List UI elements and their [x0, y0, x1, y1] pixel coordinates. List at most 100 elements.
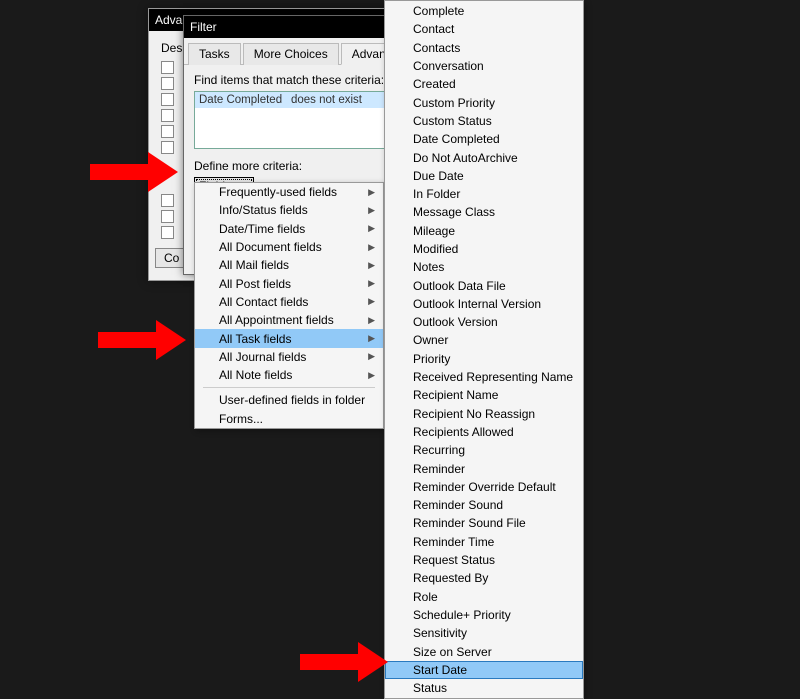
- checkbox-icon: [161, 210, 174, 223]
- checkbox-icon: [161, 93, 174, 106]
- menu-item[interactable]: Owner: [385, 331, 583, 349]
- menu-item-label: In Folder: [413, 187, 460, 201]
- menu-item[interactable]: User-defined fields in folder: [195, 391, 383, 409]
- menu-item[interactable]: Status: [385, 679, 583, 697]
- menu-item[interactable]: All Document fields ▶: [195, 238, 383, 256]
- menu-item[interactable]: Frequently-used fields▶: [195, 183, 383, 201]
- annotation-arrow-icon: [90, 152, 190, 192]
- menu-item[interactable]: Reminder: [385, 459, 583, 477]
- chevron-right-icon: ▶: [368, 260, 375, 271]
- menu-item[interactable]: All Appointment fields ▶: [195, 311, 383, 329]
- menu-item-label: Message Class: [413, 205, 495, 219]
- chevron-right-icon: ▶: [368, 242, 375, 253]
- menu-item[interactable]: Forms...: [195, 410, 383, 428]
- chevron-right-icon: ▶: [368, 296, 375, 307]
- chevron-right-icon: ▶: [368, 370, 375, 381]
- menu-item[interactable]: Reminder Sound File: [385, 514, 583, 532]
- menu-item[interactable]: Contact: [385, 20, 583, 38]
- checkbox-icon: [161, 125, 174, 138]
- menu-item[interactable]: In Folder: [385, 185, 583, 203]
- menu-item[interactable]: Contacts: [385, 39, 583, 57]
- menu-item-label: Sensitivity: [413, 626, 467, 640]
- menu-item-label: Complete: [413, 4, 464, 18]
- menu-item-label: All Post fields: [219, 277, 291, 291]
- checkbox-icon: [161, 61, 174, 74]
- menu-item-label: User-defined fields in folder: [219, 393, 365, 407]
- menu-item-label: Role: [413, 590, 438, 604]
- menu-item[interactable]: Priority: [385, 350, 583, 368]
- menu-item[interactable]: Outlook Version: [385, 313, 583, 331]
- menu-item[interactable]: Message Class: [385, 203, 583, 221]
- menu-item[interactable]: Role: [385, 588, 583, 606]
- menu-item[interactable]: Due Date: [385, 167, 583, 185]
- menu-item-label: Do Not AutoArchive: [413, 151, 518, 165]
- menu-item[interactable]: Recipient No Reassign: [385, 405, 583, 423]
- menu-item[interactable]: Recurring: [385, 441, 583, 459]
- menu-item-label: All Journal fields: [219, 350, 306, 364]
- menu-item-label: Outlook Internal Version: [413, 297, 541, 311]
- menu-item-label: Reminder: [413, 462, 465, 476]
- menu-item[interactable]: Complete: [385, 2, 583, 20]
- menu-item[interactable]: Recipients Allowed: [385, 423, 583, 441]
- menu-item-label: Recipients Allowed: [413, 425, 514, 439]
- criteria-field: Date Completed: [199, 94, 291, 106]
- menu-item[interactable]: Do Not AutoArchive: [385, 148, 583, 166]
- menu-item[interactable]: Date/Time fields▶: [195, 220, 383, 238]
- menu-item-label: All Document fields: [219, 240, 322, 254]
- menu-item[interactable]: Size on Server: [385, 642, 583, 660]
- menu-item[interactable]: All Journal fields▶: [195, 348, 383, 366]
- menu-item[interactable]: All Task fields▶: [195, 329, 383, 347]
- menu-item[interactable]: Received Representing Name: [385, 368, 583, 386]
- menu-item-label: All Note fields: [219, 368, 292, 382]
- menu-item[interactable]: Mileage: [385, 222, 583, 240]
- menu-item-label: Notes: [413, 260, 444, 274]
- menu-item-label: All Task fields: [219, 332, 291, 346]
- checkbox-icon: [161, 194, 174, 207]
- menu-item[interactable]: Sensitivity: [385, 624, 583, 642]
- menu-separator: [203, 387, 375, 388]
- menu-item[interactable]: Reminder Override Default: [385, 478, 583, 496]
- menu-item[interactable]: Date Completed: [385, 130, 583, 148]
- menu-item-label: Conversation: [413, 59, 484, 73]
- menu-item-label: Forms...: [219, 412, 263, 426]
- annotation-arrow-icon: [98, 320, 198, 360]
- menu-item-label: Date Completed: [413, 132, 500, 146]
- menu-item-label: Recurring: [413, 443, 465, 457]
- menu-item[interactable]: Outlook Internal Version: [385, 295, 583, 313]
- menu-item[interactable]: Request Status: [385, 551, 583, 569]
- menu-item[interactable]: Custom Status: [385, 112, 583, 130]
- menu-item-label: Priority: [413, 352, 450, 366]
- menu-item[interactable]: All Post fields ▶: [195, 274, 383, 292]
- menu-item[interactable]: Info/Status fields▶: [195, 201, 383, 219]
- menu-item[interactable]: Recipient Name: [385, 386, 583, 404]
- chevron-right-icon: ▶: [368, 278, 375, 289]
- menu-item[interactable]: Start Date: [385, 661, 583, 679]
- menu-item[interactable]: Notes: [385, 258, 583, 276]
- menu-item[interactable]: All Mail fields ▶: [195, 256, 383, 274]
- menu-item-label: Recipient No Reassign: [413, 407, 535, 421]
- menu-item-label: Mileage: [413, 224, 455, 238]
- menu-item-label: Reminder Sound File: [413, 516, 526, 530]
- menu-item[interactable]: Conversation: [385, 57, 583, 75]
- menu-item-label: Custom Status: [413, 114, 492, 128]
- menu-item-label: Request Status: [413, 553, 495, 567]
- menu-item-label: Due Date: [413, 169, 464, 183]
- menu-item-label: Requested By: [413, 571, 488, 585]
- menu-item[interactable]: Modified: [385, 240, 583, 258]
- menu-item-label: All Appointment fields: [219, 313, 334, 327]
- chevron-right-icon: ▶: [368, 315, 375, 326]
- checkbox-icon: [161, 77, 174, 90]
- menu-item[interactable]: All Contact fields▶: [195, 293, 383, 311]
- menu-item[interactable]: Schedule+ Priority: [385, 606, 583, 624]
- menu-item[interactable]: Outlook Data File: [385, 276, 583, 294]
- menu-item[interactable]: Custom Priority: [385, 93, 583, 111]
- menu-item-label: All Mail fields: [219, 258, 289, 272]
- tab-tasks[interactable]: Tasks: [188, 43, 241, 65]
- menu-item[interactable]: Created: [385, 75, 583, 93]
- menu-item[interactable]: All Note fields ▶: [195, 366, 383, 384]
- menu-item[interactable]: Reminder Time: [385, 533, 583, 551]
- tab-more-choices[interactable]: More Choices: [243, 43, 339, 65]
- menu-item[interactable]: Reminder Sound: [385, 496, 583, 514]
- menu-item-label: Outlook Version: [413, 315, 498, 329]
- menu-item[interactable]: Requested By: [385, 569, 583, 587]
